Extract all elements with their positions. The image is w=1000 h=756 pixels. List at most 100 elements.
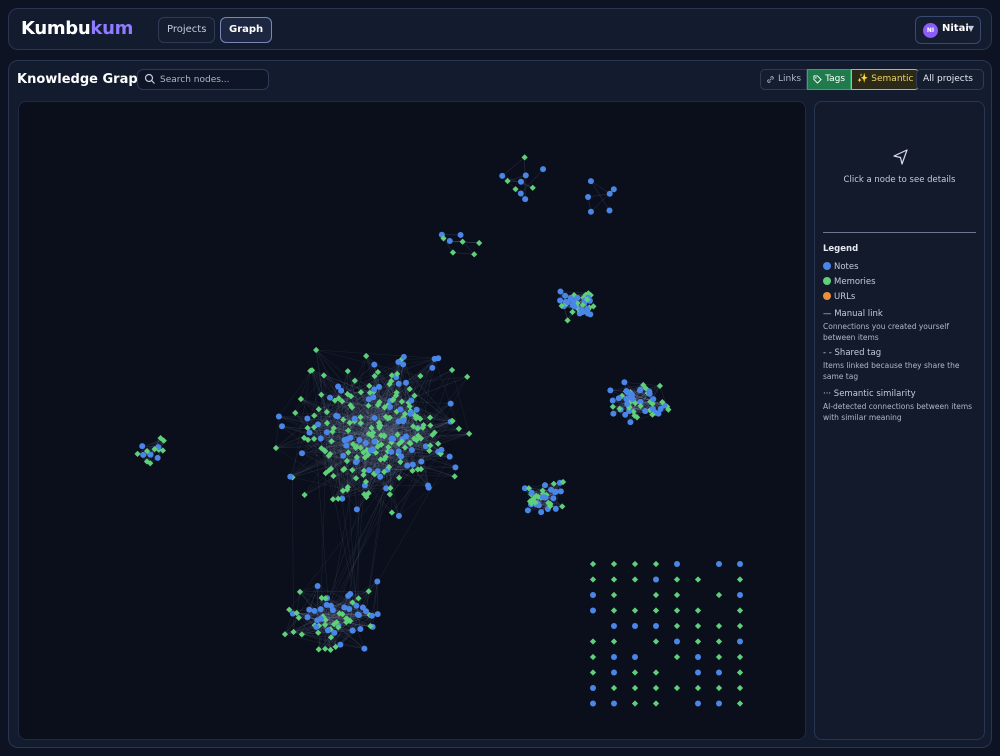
- note-node[interactable]: [541, 482, 548, 489]
- note-node[interactable]: [400, 418, 407, 425]
- note-node[interactable]: [287, 473, 294, 480]
- memory-node[interactable]: [609, 403, 616, 410]
- note-node[interactable]: [552, 505, 559, 512]
- note-node[interactable]: [352, 459, 359, 466]
- nav-graph-button[interactable]: Graph: [220, 17, 273, 43]
- note-node[interactable]: [317, 606, 324, 613]
- note-node[interactable]: [377, 473, 384, 480]
- note-node[interactable]: [395, 358, 402, 365]
- note-node[interactable]: [408, 446, 415, 453]
- note-node[interactable]: [311, 607, 318, 614]
- note-node[interactable]: [627, 419, 634, 426]
- memory-node[interactable]: [673, 684, 681, 692]
- filter-semantic-button[interactable]: ✨ Semantic: [851, 69, 920, 90]
- note-node[interactable]: [347, 434, 354, 441]
- memory-node[interactable]: [673, 591, 681, 599]
- note-node[interactable]: [578, 306, 585, 313]
- note-node[interactable]: [402, 379, 409, 386]
- note-node[interactable]: [388, 448, 395, 455]
- graph-canvas[interactable]: [18, 101, 806, 740]
- search-box[interactable]: [137, 69, 269, 90]
- filter-tags-button[interactable]: Tags: [807, 69, 852, 90]
- memory-node[interactable]: [388, 509, 396, 516]
- memory-node[interactable]: [610, 607, 618, 614]
- note-node[interactable]: [371, 414, 378, 421]
- note-node[interactable]: [567, 295, 574, 302]
- note-node[interactable]: [587, 178, 594, 185]
- memory-node[interactable]: [298, 631, 305, 638]
- note-node[interactable]: [623, 396, 630, 403]
- note-node[interactable]: [538, 509, 545, 516]
- note-node[interactable]: [356, 436, 363, 443]
- note-node[interactable]: [446, 237, 453, 244]
- note-node[interactable]: [716, 669, 722, 676]
- note-node[interactable]: [340, 452, 347, 459]
- note-node[interactable]: [610, 410, 617, 417]
- note-node[interactable]: [361, 645, 368, 652]
- memory-node[interactable]: [715, 653, 723, 661]
- memory-node[interactable]: [715, 622, 723, 630]
- memory-node[interactable]: [363, 352, 370, 360]
- note-node[interactable]: [355, 612, 362, 619]
- note-node[interactable]: [403, 433, 410, 440]
- note-node[interactable]: [584, 306, 591, 313]
- note-node[interactable]: [371, 361, 378, 368]
- memory-node[interactable]: [529, 184, 536, 191]
- memory-node[interactable]: [281, 631, 289, 638]
- note-node[interactable]: [139, 443, 146, 450]
- note-node[interactable]: [425, 482, 432, 489]
- note-node[interactable]: [716, 700, 722, 707]
- memory-node[interactable]: [694, 622, 702, 630]
- memory-node[interactable]: [610, 576, 618, 583]
- note-node[interactable]: [304, 614, 311, 621]
- note-node[interactable]: [413, 406, 420, 413]
- note-node[interactable]: [362, 439, 369, 446]
- note-node[interactable]: [524, 507, 531, 514]
- memory-node[interactable]: [652, 591, 660, 599]
- note-node[interactable]: [590, 700, 596, 707]
- note-node[interactable]: [574, 294, 581, 301]
- note-node[interactable]: [522, 172, 529, 179]
- memory-node[interactable]: [736, 576, 744, 583]
- memory-node[interactable]: [134, 450, 141, 457]
- memory-node[interactable]: [715, 684, 723, 692]
- note-node[interactable]: [447, 400, 454, 407]
- note-node[interactable]: [418, 458, 425, 465]
- memory-node[interactable]: [290, 628, 297, 636]
- memory-node[interactable]: [589, 560, 597, 568]
- note-node[interactable]: [611, 623, 617, 629]
- note-node[interactable]: [621, 379, 628, 386]
- note-node[interactable]: [587, 208, 594, 215]
- note-node[interactable]: [435, 355, 442, 362]
- memory-node[interactable]: [673, 576, 681, 583]
- note-node[interactable]: [550, 495, 557, 502]
- note-node[interactable]: [329, 607, 336, 614]
- note-node[interactable]: [615, 395, 622, 402]
- note-node[interactable]: [331, 629, 338, 636]
- note-node[interactable]: [395, 380, 402, 387]
- memory-node[interactable]: [476, 239, 483, 247]
- memory-node[interactable]: [327, 646, 334, 654]
- note-node[interactable]: [368, 612, 375, 619]
- note-node[interactable]: [610, 186, 617, 193]
- note-node[interactable]: [306, 606, 313, 613]
- note-node[interactable]: [611, 654, 617, 660]
- note-node[interactable]: [298, 450, 305, 457]
- note-node[interactable]: [314, 582, 321, 589]
- note-node[interactable]: [632, 623, 638, 629]
- note-node[interactable]: [611, 700, 617, 707]
- note-node[interactable]: [341, 437, 348, 444]
- note-node[interactable]: [541, 494, 548, 501]
- note-node[interactable]: [337, 641, 344, 648]
- memory-node[interactable]: [455, 425, 462, 432]
- note-node[interactable]: [590, 592, 596, 598]
- app-logo[interactable]: Kumbukum: [21, 18, 133, 39]
- note-node[interactable]: [345, 592, 352, 599]
- note-node[interactable]: [395, 512, 402, 519]
- memory-node[interactable]: [673, 653, 681, 661]
- note-node[interactable]: [452, 464, 459, 471]
- note-node[interactable]: [387, 403, 394, 410]
- graph-svg[interactable]: [19, 102, 806, 740]
- memory-node[interactable]: [673, 607, 681, 614]
- memory-node[interactable]: [610, 684, 618, 692]
